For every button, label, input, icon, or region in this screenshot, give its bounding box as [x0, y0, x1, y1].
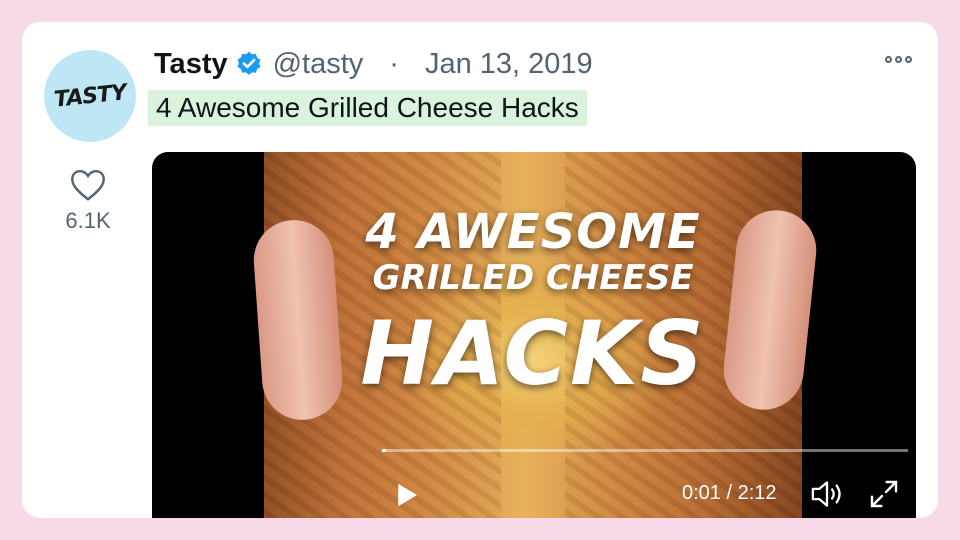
tweet-date[interactable]: Jan 13, 2019 [425, 48, 593, 81]
video-player[interactable]: 4 AWESOME GRILLED CHEESE HACKS 0:01 / 2:… [152, 152, 916, 518]
video-title-line-1: 4 AWESOME [365, 204, 701, 260]
avatar-logo-text: TASTY [52, 79, 128, 113]
more-dot [895, 56, 902, 63]
more-options-icon[interactable] [885, 56, 912, 63]
author-name[interactable]: Tasty [154, 48, 228, 81]
video-title-line-2: GRILLED CHEESE [372, 258, 694, 298]
like-count: 6.1K [65, 208, 111, 233]
heart-icon[interactable] [70, 168, 106, 202]
video-frame[interactable]: 4 AWESOME GRILLED CHEESE HACKS 0:01 / 2:… [251, 152, 908, 518]
tweet-card: TASTY 6.1K Tasty @tasty · Jan 13, 2019 4… [22, 22, 938, 518]
author-handle[interactable]: @tasty [273, 48, 364, 81]
separator-dot: · [389, 47, 399, 80]
video-title-line-3: HACKS [360, 302, 706, 405]
verified-badge-icon [237, 51, 261, 75]
fullscreen-icon[interactable] [868, 478, 900, 510]
video-time: 0:01 / 2:12 [682, 482, 777, 504]
like-section: 6.1K [60, 168, 116, 234]
tweet-text: 4 Awesome Grilled Cheese Hacks [148, 90, 587, 126]
tweet-header: Tasty @tasty · Jan 13, 2019 [154, 44, 593, 84]
avatar[interactable]: TASTY [44, 50, 136, 142]
more-dot [885, 56, 892, 63]
play-icon[interactable] [392, 480, 422, 510]
video-progress-fill [382, 449, 387, 452]
more-dot [905, 56, 912, 63]
video-progress-bar[interactable] [382, 449, 908, 452]
volume-icon[interactable] [809, 478, 845, 510]
